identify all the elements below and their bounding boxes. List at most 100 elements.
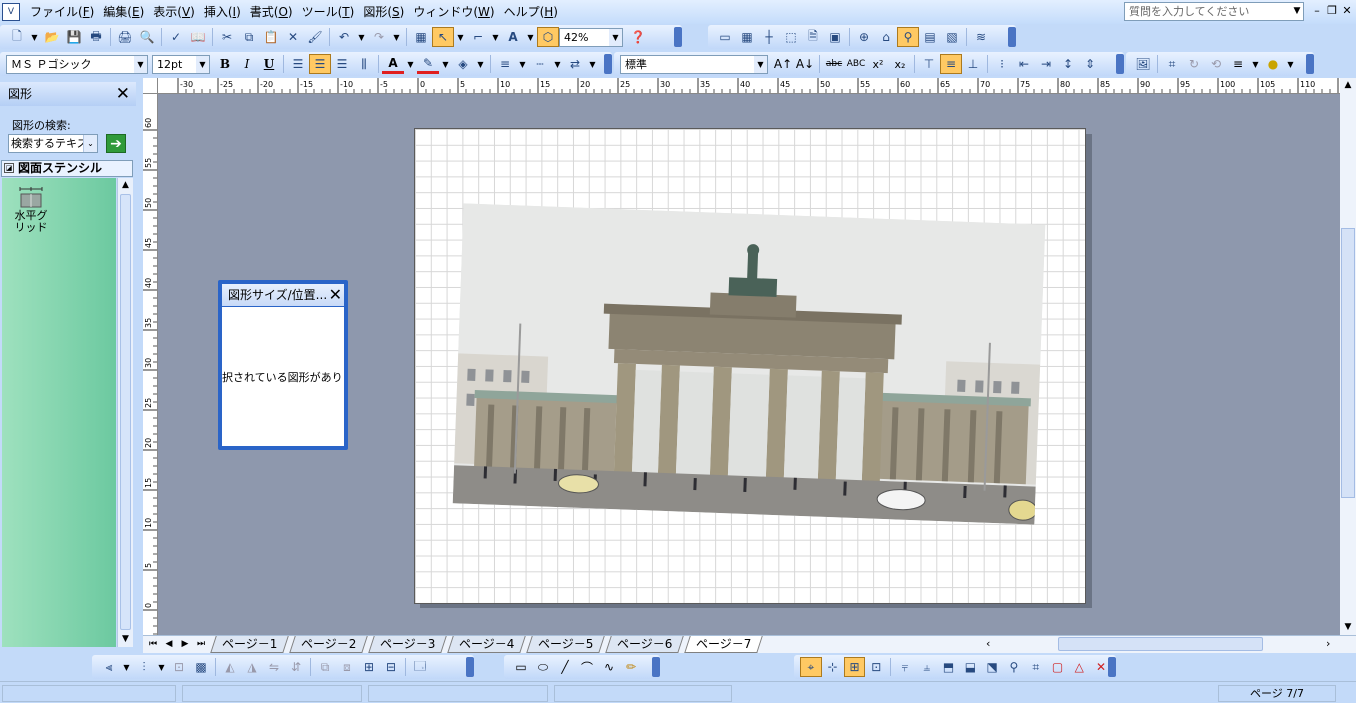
toggle-snap-icon[interactable]: ⌖ bbox=[800, 657, 822, 677]
snap-geometry-icon[interactable]: ⚲ bbox=[1003, 657, 1025, 677]
tab-page-6[interactable]: ページ－6 bbox=[605, 636, 685, 653]
rotate-icon[interactable]: ↻ bbox=[1183, 54, 1205, 74]
snap-guides-icon[interactable]: ⫨ bbox=[916, 657, 938, 677]
bullets-icon[interactable]: ⁝ bbox=[991, 54, 1013, 74]
open-folder-icon[interactable]: 📂 bbox=[41, 27, 63, 47]
font-name-combo[interactable]: ＭＳ Ｐゴシック ▼ bbox=[6, 54, 148, 74]
paragraph-spacing-icon[interactable]: ↕ bbox=[1057, 54, 1079, 74]
size-position-icon[interactable]: ⚲ bbox=[897, 27, 919, 47]
snap-ruler-icon[interactable]: ⫧ bbox=[894, 657, 916, 677]
search-go-icon[interactable]: ➔ bbox=[106, 134, 126, 153]
minimize-icon[interactable]: – bbox=[1310, 4, 1324, 18]
align-bottom-icon[interactable]: ⊥ bbox=[962, 54, 984, 74]
stencil-shape-horizontal-grid[interactable]: 水平グリッド bbox=[10, 186, 52, 234]
font-color-dropdown-icon[interactable]: ▼ bbox=[404, 54, 417, 74]
undo-dropdown-icon[interactable]: ▼ bbox=[355, 27, 368, 47]
line-color-icon[interactable]: ✎ bbox=[417, 54, 439, 74]
shapes-window-icon[interactable]: ▦ bbox=[410, 27, 432, 47]
flip-vertical-icon[interactable]: ⇵ bbox=[285, 657, 307, 677]
guides-icon[interactable]: ┼ bbox=[758, 27, 780, 47]
pan-zoom-icon[interactable]: ⌂ bbox=[875, 27, 897, 47]
increase-indent-icon[interactable]: ⇥ bbox=[1035, 54, 1057, 74]
menu-view[interactable]: 表示(V) bbox=[153, 5, 204, 19]
increase-font-icon[interactable]: A↑ bbox=[772, 54, 794, 74]
scroll-right-icon[interactable]: › bbox=[1326, 637, 1330, 651]
style-dropdown-icon[interactable]: ▼ bbox=[754, 55, 767, 73]
menu-edit[interactable]: 編集(E) bbox=[103, 5, 153, 19]
line-pattern-dropdown-icon[interactable]: ▼ bbox=[551, 54, 564, 74]
prev-page-icon[interactable]: ◀ bbox=[162, 637, 176, 651]
pointer-tool-icon[interactable]: ↖ bbox=[432, 27, 454, 47]
snap-intersection-icon[interactable]: ⌗ bbox=[1025, 657, 1047, 677]
tab-page-5[interactable]: ページ－5 bbox=[526, 636, 606, 653]
shape-tool-icon[interactable]: ⬡ bbox=[537, 27, 559, 47]
group-icon[interactable]: ⊞ bbox=[358, 657, 380, 677]
snap-handles-icon[interactable]: ⬒ bbox=[938, 657, 960, 677]
new-document-icon[interactable]: 🗋 bbox=[6, 27, 28, 47]
flip-horizontal-icon[interactable]: ⇋ bbox=[263, 657, 285, 677]
align-right-icon[interactable]: ☰ bbox=[331, 54, 353, 74]
menu-help[interactable]: ヘルプ(H) bbox=[504, 5, 567, 19]
redo-icon[interactable]: ↷ bbox=[368, 27, 390, 47]
redo-dropdown-icon[interactable]: ▼ bbox=[390, 27, 403, 47]
scroll-left-icon[interactable]: ‹ bbox=[986, 637, 990, 651]
layer-icon[interactable]: ▣ bbox=[824, 27, 846, 47]
font-size-combo[interactable]: 12pt ▼ bbox=[152, 54, 210, 74]
permission-icon[interactable]: 🖶 bbox=[85, 27, 107, 47]
line-pattern-icon[interactable]: ┄ bbox=[529, 54, 551, 74]
help-icon[interactable]: ❓ bbox=[627, 27, 649, 47]
paste-icon[interactable]: 📋 bbox=[260, 27, 282, 47]
ellipse-tool-icon[interactable]: ⬭ bbox=[532, 657, 554, 677]
shadow-color-dropdown-icon[interactable]: ▼ bbox=[1284, 54, 1297, 74]
custom-properties-icon[interactable]: ▤ bbox=[919, 27, 941, 47]
text-block-icon[interactable]: ⫼ bbox=[353, 54, 375, 74]
toggle-glue-icon[interactable]: ⊹ bbox=[822, 657, 844, 677]
send-backward-icon[interactable]: ⧈ bbox=[336, 657, 358, 677]
text-dropdown-icon[interactable]: ▼ bbox=[524, 27, 537, 47]
decrease-indent-icon[interactable]: ⇤ bbox=[1013, 54, 1035, 74]
format-painter-icon[interactable]: 🖌 bbox=[304, 27, 326, 47]
clear-snap-icon[interactable]: ✕ bbox=[1090, 657, 1112, 677]
scroll-down-icon[interactable]: ▼ bbox=[1340, 620, 1356, 635]
print-icon[interactable]: 🖨 bbox=[114, 27, 136, 47]
align-top-icon[interactable]: ⊤ bbox=[918, 54, 940, 74]
connect-shapes-icon[interactable]: ⊡ bbox=[168, 657, 190, 677]
scroll-up-icon[interactable]: ▲ bbox=[1340, 78, 1356, 93]
tab-page-2[interactable]: ページ－2 bbox=[289, 636, 369, 653]
snap-to-shape-icon[interactable]: ⊡ bbox=[865, 657, 887, 677]
horizontal-ruler[interactable]: -30 -25 -20 -15 -10 -5 0 5 10 15 20 25 30 35 40 45 50 55 6… bbox=[158, 78, 1340, 94]
stencil-scroll-thumb[interactable] bbox=[120, 194, 131, 630]
fill-color-dropdown-icon[interactable]: ▼ bbox=[474, 54, 487, 74]
arc-tool-icon[interactable]: ⌒ bbox=[576, 657, 598, 677]
stencil-scrollbar[interactable]: ▲ ▼ bbox=[117, 178, 133, 647]
print-preview-icon[interactable]: 🔍 bbox=[136, 27, 158, 47]
underline-button[interactable]: U bbox=[258, 54, 280, 74]
bold-button[interactable]: B bbox=[214, 54, 236, 74]
menu-file[interactable]: ファイル(F) bbox=[30, 5, 103, 19]
first-page-icon[interactable]: ⏮ bbox=[146, 637, 160, 651]
italic-button[interactable]: I bbox=[236, 54, 258, 74]
snap-to-grid-icon[interactable]: ⊞ bbox=[843, 657, 866, 677]
tab-page-4[interactable]: ページ－4 bbox=[447, 636, 527, 653]
align-middle-icon[interactable]: ≡ bbox=[940, 54, 962, 74]
rotate-left-icon[interactable]: ◭ bbox=[219, 657, 241, 677]
subscript-icon[interactable]: x₂ bbox=[889, 54, 911, 74]
restore-icon[interactable]: ❐ bbox=[1325, 4, 1339, 18]
snap-connection-points-icon[interactable]: ⬔ bbox=[981, 657, 1003, 677]
distribute-shapes-icon[interactable]: ⫶ bbox=[133, 657, 155, 677]
reset-picture-icon[interactable]: ⟲ bbox=[1205, 54, 1227, 74]
strikethrough-icon[interactable]: abc bbox=[823, 54, 845, 74]
line-weight-icon[interactable]: ≡ bbox=[494, 54, 516, 74]
zoom-in-icon[interactable]: ⊕ bbox=[853, 27, 875, 47]
line-ends-dropdown-icon[interactable]: ▼ bbox=[586, 54, 599, 74]
style-combo[interactable]: 標準 ▼ bbox=[620, 54, 768, 74]
menu-window[interactable]: ウィンドウ(W) bbox=[413, 5, 503, 19]
brandenburg-gate-image[interactable] bbox=[452, 203, 1046, 525]
spelling-icon[interactable]: ✓ bbox=[165, 27, 187, 47]
layers-icon[interactable]: ≋ bbox=[970, 27, 992, 47]
fill-color-icon[interactable]: ◈ bbox=[452, 54, 474, 74]
text-tool-icon[interactable]: A bbox=[502, 27, 524, 47]
ungroup-icon[interactable]: ⊟ bbox=[380, 657, 402, 677]
snap-vertices-icon[interactable]: ⬓ bbox=[959, 657, 981, 677]
bring-forward-icon[interactable]: ⧉ bbox=[314, 657, 336, 677]
